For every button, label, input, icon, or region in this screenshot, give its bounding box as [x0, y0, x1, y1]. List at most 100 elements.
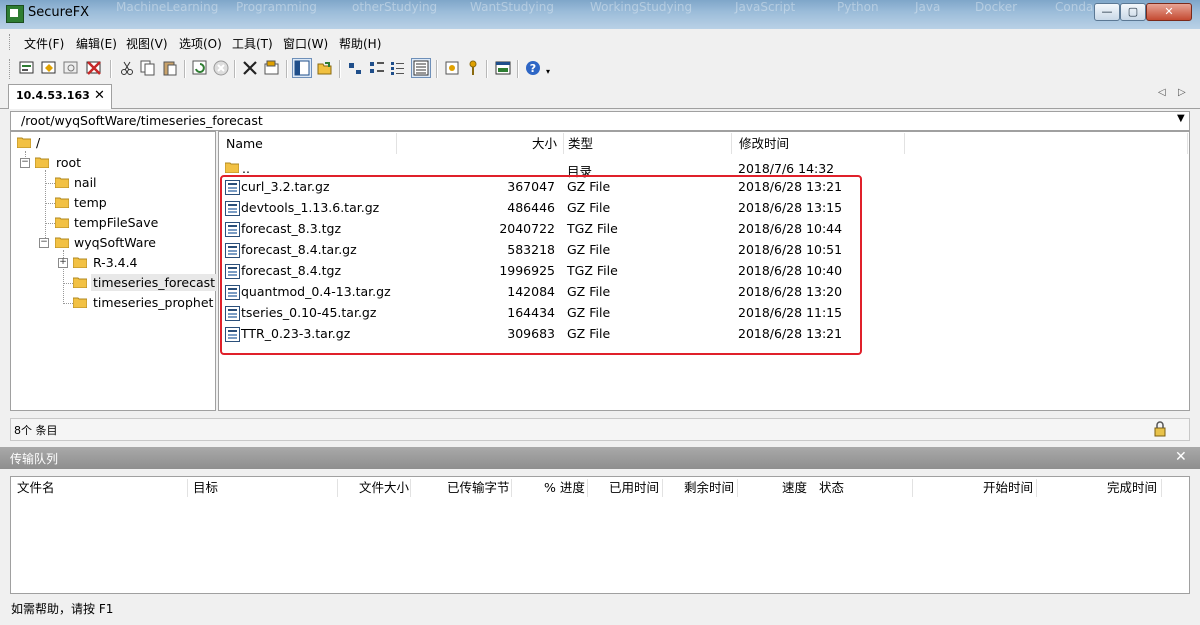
reconnect-icon[interactable] — [62, 59, 80, 77]
toolbar: ? ▾ — [0, 55, 1200, 83]
lock-icon — [1154, 421, 1166, 437]
menu-view[interactable]: 视图(V) — [126, 35, 168, 52]
column-header-modified[interactable]: 修改时间 — [732, 133, 905, 154]
copy-icon[interactable] — [139, 59, 157, 77]
small-icons-view-icon[interactable] — [368, 59, 386, 77]
folder-icon — [55, 237, 69, 248]
maximize-button[interactable]: ▢ — [1120, 3, 1146, 21]
bg-tab: WantStudying — [470, 0, 554, 14]
minimize-button[interactable]: — — [1094, 3, 1120, 21]
session-manager-icon[interactable] — [443, 59, 461, 77]
title-bar: MachineLearning Programming otherStudyin… — [0, 0, 1200, 29]
toolbar-grip[interactable] — [9, 59, 13, 79]
tab-session[interactable]: 10.4.53.163 ✕ — [8, 84, 112, 109]
disconnect-icon[interactable] — [85, 59, 103, 77]
tab-scroll-left-icon[interactable]: ◁ — [1158, 87, 1166, 98]
bg-tab: Python — [837, 0, 879, 14]
tree-item-timeseries-forecast[interactable]: timeseries_forecast — [91, 274, 218, 291]
column-separator — [337, 479, 338, 497]
tree-connector — [45, 223, 55, 224]
paste-icon[interactable] — [161, 59, 179, 77]
tree-item-r-3-4-4[interactable]: R-3.4.4 — [93, 255, 138, 270]
menu-file[interactable]: 文件(F) — [24, 35, 64, 52]
tree-item-tempfilesave[interactable]: tempFileSave — [74, 215, 158, 230]
connect-icon[interactable] — [18, 59, 36, 77]
menu-options[interactable]: 选项(O) — [179, 35, 222, 52]
queue-column-start-time[interactable]: 开始时间 — [983, 477, 1033, 498]
bg-tab: WorkingStudying — [590, 0, 693, 14]
local-pane-icon[interactable] — [292, 58, 312, 78]
column-header-type[interactable]: 类型 — [563, 133, 732, 154]
tree-item-timeseries-prophet[interactable]: timeseries_prophet — [93, 295, 213, 310]
help-status-bar: 如需帮助，请按 F1 — [0, 597, 1200, 619]
queue-column-speed[interactable]: 速度 — [782, 477, 807, 498]
close-icon[interactable]: ✕ — [1175, 449, 1187, 465]
large-icons-view-icon[interactable] — [346, 59, 364, 77]
path-combobox[interactable]: /root/wyqSoftWare/timeseries_forecast ▼ — [10, 111, 1190, 131]
toolbar-overflow-icon[interactable]: ▾ — [546, 67, 550, 76]
path-text: /root/wyqSoftWare/timeseries_forecast — [21, 113, 263, 128]
folder-icon — [73, 277, 87, 288]
bg-tab: MachineLearning — [116, 0, 219, 14]
toolbar-separator — [436, 60, 438, 78]
queue-column-remaining[interactable]: 剩余时间 — [684, 477, 734, 498]
transfer-queue-header: 传输队列 ✕ — [0, 447, 1200, 469]
folder-icon — [55, 177, 69, 188]
refresh-icon[interactable] — [191, 59, 209, 77]
list-view-icon[interactable] — [389, 59, 407, 77]
collapse-icon[interactable]: − — [39, 238, 49, 248]
properties-icon[interactable] — [263, 59, 281, 77]
toolbar-separator — [339, 60, 341, 78]
column-header-size[interactable]: 大小 — [390, 133, 564, 154]
menu-grip[interactable] — [9, 34, 13, 50]
open-folder-icon[interactable] — [316, 59, 334, 77]
folder-icon — [73, 297, 87, 308]
key-icon[interactable] — [464, 59, 482, 77]
queue-column-status[interactable]: 状态 — [819, 477, 844, 498]
column-header-filler — [905, 133, 1188, 154]
details-view-icon[interactable] — [411, 58, 431, 78]
tree-item-temp[interactable]: temp — [74, 195, 107, 210]
queue-column-destination[interactable]: 目标 — [193, 477, 218, 498]
folder-icon — [55, 217, 69, 228]
menu-tools[interactable]: 工具(T) — [232, 35, 273, 52]
queue-column-elapsed[interactable]: 已用时间 — [609, 477, 659, 498]
tree-item-nail[interactable]: nail — [74, 175, 97, 190]
queue-column-finish-time[interactable]: 完成时间 — [1107, 477, 1157, 498]
tree-item-wyqsoftware[interactable]: wyqSoftWare — [74, 235, 156, 250]
menu-bar: 文件(F) 编辑(E) 视图(V) 选项(O) 工具(T) 窗口(W) 帮助(H… — [0, 31, 1200, 53]
tree-connector — [63, 283, 73, 284]
queue-column-progress[interactable]: % 进度 — [544, 477, 585, 498]
stop-icon[interactable] — [212, 59, 230, 77]
menu-edit[interactable]: 编辑(E) — [76, 35, 117, 52]
highlight-box — [220, 175, 862, 355]
folder-icon — [55, 197, 69, 208]
tree-item-root[interactable]: root — [56, 155, 81, 170]
toolbar-separator — [234, 60, 236, 78]
delete-icon[interactable] — [241, 59, 259, 77]
collapse-icon[interactable]: − — [20, 158, 30, 168]
column-separator — [410, 479, 411, 497]
queue-column-filename[interactable]: 文件名 — [17, 477, 55, 498]
queue-column-transferred[interactable]: 已传输字节 — [447, 477, 510, 498]
column-header-name[interactable]: Name — [219, 133, 397, 154]
toolbar-separator — [517, 60, 519, 78]
help-icon[interactable]: ? — [524, 59, 542, 77]
tab-scroll-right-icon[interactable]: ▷ — [1178, 87, 1186, 98]
tree-item-root-slash[interactable]: / — [36, 135, 40, 150]
quick-connect-icon[interactable] — [40, 59, 58, 77]
file-name: .. — [242, 161, 250, 176]
menu-window[interactable]: 窗口(W) — [283, 35, 328, 52]
bg-tab: Programming — [236, 0, 317, 14]
chevron-down-icon[interactable]: ▼ — [1177, 113, 1185, 124]
close-icon[interactable]: ✕ — [94, 88, 105, 103]
close-window-button[interactable]: ✕ — [1146, 3, 1192, 21]
menu-help[interactable]: 帮助(H) — [339, 35, 381, 52]
queue-column-filesize[interactable]: 文件大小 — [359, 477, 409, 498]
expand-icon[interactable]: + — [58, 258, 68, 268]
transfer-queue-title: 传输队列 — [10, 452, 59, 466]
cut-icon[interactable] — [118, 59, 136, 77]
window-title: SecureFX — [28, 5, 90, 20]
tree-connector — [45, 203, 55, 204]
transfer-queue-icon[interactable] — [494, 59, 512, 77]
